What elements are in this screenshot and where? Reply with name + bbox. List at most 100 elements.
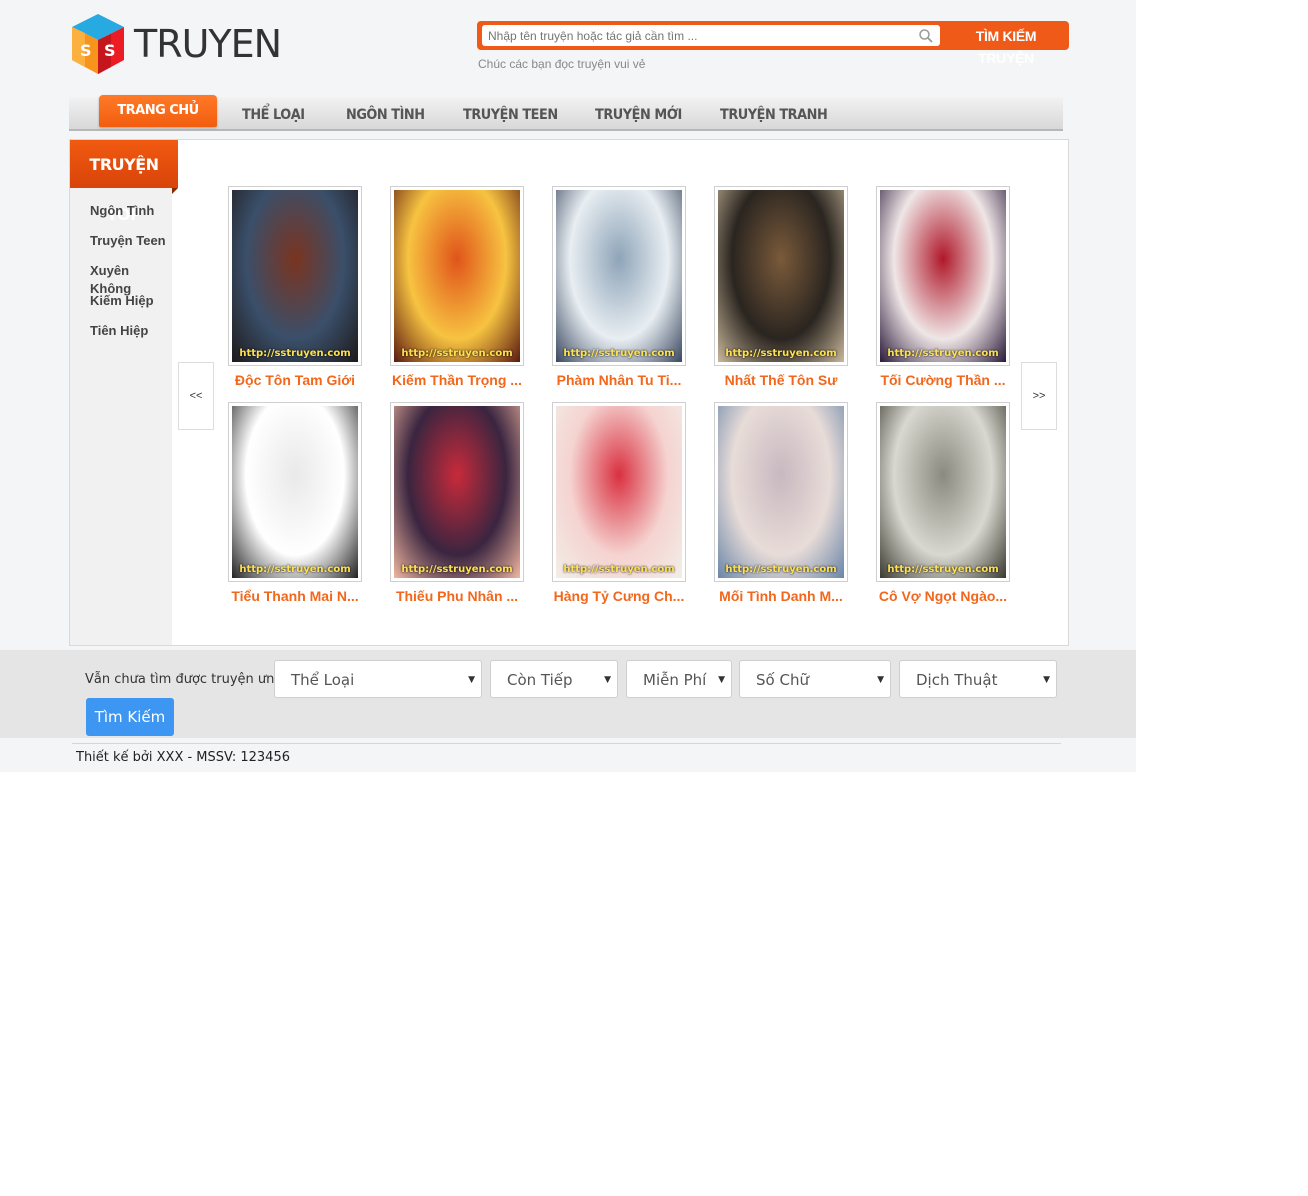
book-title[interactable]: Mối Tình Danh M...: [714, 588, 848, 604]
select-translation[interactable]: Dịch Thuật ▼: [899, 660, 1057, 698]
book-watermark: http://sstruyen.com: [887, 564, 999, 575]
search-input[interactable]: [482, 25, 940, 46]
book-card[interactable]: http://sstruyen.com Mối Tình Danh M...: [714, 402, 848, 604]
chevron-down-icon: ▼: [718, 675, 725, 685]
filter-bar: Vẫn chưa tìm được truyện ưng ý? Thể Loại…: [0, 650, 1136, 738]
sidebar-item-ngon-tinh[interactable]: Ngôn Tình: [90, 202, 172, 232]
nav-item-new[interactable]: TRUYỆN MỚI: [595, 97, 682, 129]
select-word-count-value: Số Chữ: [756, 671, 809, 689]
page-background: S S TRUYEN TÌM KIẾM TRUYỆN Chúc các bạn …: [0, 0, 1136, 772]
book-cover-frame[interactable]: http://sstruyen.com: [714, 186, 848, 366]
book-cover-image: http://sstruyen.com: [880, 190, 1006, 362]
book-title[interactable]: Kiếm Thần Trọng ...: [390, 372, 524, 388]
book-title[interactable]: Nhất Thế Tôn Sư: [714, 372, 848, 388]
nav-item-categories[interactable]: THỂ LOẠI: [242, 97, 305, 129]
book-watermark: http://sstruyen.com: [725, 348, 837, 359]
book-cover-frame[interactable]: http://sstruyen.com: [876, 186, 1010, 366]
search-icon[interactable]: [918, 28, 934, 44]
sidebar: TRUYỆN TOP Ngôn Tình Truyện Teen Xuyên K…: [70, 140, 178, 645]
book-cover-image: http://sstruyen.com: [718, 190, 844, 362]
book-cover-image: http://sstruyen.com: [394, 190, 520, 362]
svg-text:S: S: [80, 41, 92, 60]
nav-item-comics[interactable]: TRUYỆN TRANH: [720, 97, 828, 129]
main-content: TRUYỆN TOP Ngôn Tình Truyện Teen Xuyên K…: [69, 139, 1069, 646]
book-title[interactable]: Tiểu Thanh Mai N...: [228, 588, 362, 604]
chevron-down-icon: ▼: [877, 675, 884, 685]
book-cover-frame[interactable]: http://sstruyen.com: [552, 402, 686, 582]
book-card[interactable]: http://sstruyen.com Độc Tôn Tam Giới: [228, 186, 362, 388]
book-card[interactable]: http://sstruyen.com Nhất Thế Tôn Sư: [714, 186, 848, 388]
book-cover-image: http://sstruyen.com: [232, 406, 358, 578]
sidebar-list: Ngôn Tình Truyện Teen Xuyên Không Kiếm H…: [90, 202, 172, 352]
book-card[interactable]: http://sstruyen.com Phàm Nhân Tu Ti...: [552, 186, 686, 388]
select-price[interactable]: Miễn Phí ▼: [626, 660, 732, 698]
sidebar-item-tien-hiep[interactable]: Tiên Hiệp: [90, 322, 172, 352]
filter-label: Vẫn chưa tìm được truyện ưng ý?: [85, 672, 302, 687]
book-card[interactable]: http://sstruyen.com Tối Cường Thần ...: [876, 186, 1010, 388]
book-cover-frame[interactable]: http://sstruyen.com: [390, 402, 524, 582]
chevron-down-icon: ▼: [468, 675, 475, 685]
sidebar-item-kiem-hiep[interactable]: Kiếm Hiệp: [90, 292, 172, 322]
book-cover-frame[interactable]: http://sstruyen.com: [876, 402, 1010, 582]
nav-item-romance[interactable]: NGÔN TÌNH: [346, 97, 425, 129]
footer-divider: [72, 743, 1061, 744]
chevron-down-icon: ▼: [604, 675, 611, 685]
book-watermark: http://sstruyen.com: [563, 348, 675, 359]
carousel-next-button[interactable]: >>: [1021, 362, 1057, 430]
book-cover-image: http://sstruyen.com: [556, 406, 682, 578]
book-title[interactable]: Phàm Nhân Tu Ti...: [552, 372, 686, 388]
tagline: Chúc các bạn đọc truyện vui vẻ: [478, 57, 646, 71]
nav-item-teen[interactable]: TRUYỆN TEEN: [463, 97, 558, 129]
book-cover-image: http://sstruyen.com: [880, 406, 1006, 578]
book-title[interactable]: Tối Cường Thần ...: [876, 372, 1010, 388]
select-status-value: Còn Tiếp: [507, 671, 573, 689]
select-status[interactable]: Còn Tiếp ▼: [490, 660, 618, 698]
book-watermark: http://sstruyen.com: [239, 348, 351, 359]
nav-item-home[interactable]: TRANG CHỦ: [99, 95, 217, 127]
select-translation-value: Dịch Thuật: [916, 671, 998, 689]
book-card[interactable]: http://sstruyen.com Tiểu Thanh Mai N...: [228, 402, 362, 604]
book-cover-image: http://sstruyen.com: [232, 190, 358, 362]
book-watermark: http://sstruyen.com: [239, 564, 351, 575]
filter-search-button[interactable]: Tìm Kiếm: [86, 698, 174, 736]
book-cover-frame[interactable]: http://sstruyen.com: [552, 186, 686, 366]
select-word-count[interactable]: Số Chữ ▼: [739, 660, 891, 698]
book-cover-image: http://sstruyen.com: [394, 406, 520, 578]
select-genre-value: Thể Loại: [291, 671, 355, 689]
sidebar-item-truyen-teen[interactable]: Truyện Teen: [90, 232, 172, 262]
book-title[interactable]: Hàng Tỷ Cưng Ch...: [552, 588, 686, 604]
book-card[interactable]: http://sstruyen.com Cô Vợ Ngọt Ngào...: [876, 402, 1010, 604]
book-title[interactable]: Độc Tôn Tam Giới: [228, 372, 362, 388]
chevron-down-icon: ▼: [1043, 675, 1050, 685]
sidebar-title: TRUYỆN TOP: [70, 140, 178, 224]
book-cover-frame[interactable]: http://sstruyen.com: [390, 186, 524, 366]
site-logo[interactable]: S S TRUYEN: [68, 12, 282, 78]
book-watermark: http://sstruyen.com: [401, 348, 513, 359]
book-card[interactable]: http://sstruyen.com Hàng Tỷ Cưng Ch...: [552, 402, 686, 604]
logo-cube-icon: S S: [72, 14, 124, 74]
book-cover-image: http://sstruyen.com: [718, 406, 844, 578]
book-cover-frame[interactable]: http://sstruyen.com: [228, 186, 362, 366]
book-card[interactable]: http://sstruyen.com Thiếu Phu Nhân ...: [390, 402, 524, 604]
search-bar: TÌM KIẾM TRUYỆN: [477, 21, 1069, 66]
book-cover-image: http://sstruyen.com: [556, 190, 682, 362]
footer-credit: Thiết kế bởi XXX - MSSV: 123456: [76, 750, 290, 765]
book-watermark: http://sstruyen.com: [401, 564, 513, 575]
book-watermark: http://sstruyen.com: [887, 348, 999, 359]
search-button[interactable]: TÌM KIẾM TRUYỆN: [947, 25, 1065, 66]
sidebar-title-fold: [172, 188, 178, 194]
book-cover-frame[interactable]: http://sstruyen.com: [714, 402, 848, 582]
book-watermark: http://sstruyen.com: [563, 564, 675, 575]
main-nav: TRANG CHỦ THỂ LOẠI NGÔN TÌNH TRUYỆN TEEN…: [69, 95, 1063, 131]
select-genre[interactable]: Thể Loại ▼: [274, 660, 482, 698]
book-title[interactable]: Cô Vợ Ngọt Ngào...: [876, 588, 1010, 604]
book-card[interactable]: http://sstruyen.com Kiếm Thần Trọng ...: [390, 186, 524, 388]
book-watermark: http://sstruyen.com: [725, 564, 837, 575]
select-price-value: Miễn Phí: [643, 671, 707, 689]
book-title[interactable]: Thiếu Phu Nhân ...: [390, 588, 524, 604]
logo-text: TRUYEN: [134, 22, 282, 66]
book-cover-frame[interactable]: http://sstruyen.com: [228, 402, 362, 582]
sidebar-item-xuyen-khong[interactable]: Xuyên Không: [90, 262, 172, 296]
svg-text:S: S: [104, 41, 116, 60]
carousel-prev-button[interactable]: <<: [178, 362, 214, 430]
